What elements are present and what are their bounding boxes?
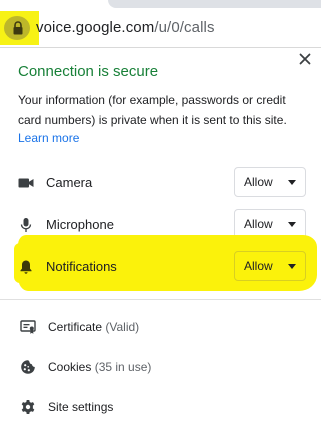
url-path: /u/0/calls [154,19,215,36]
select-value: Allow [244,259,273,273]
gear-icon [21,400,35,414]
description-line-1: Your information (for example, passwords… [18,93,286,107]
connection-description: Your information (for example, passwords… [18,90,316,130]
certificate-text: Certificate [48,320,103,334]
connection-status-title: Connection is secure [18,63,159,80]
permission-label: Notifications [46,259,117,274]
cookies-link[interactable]: Cookies (35 in use) [0,352,321,382]
microphone-icon [20,218,32,232]
bell-icon [20,260,32,274]
select-value: Allow [244,217,273,231]
certificate-label: Certificate (Valid) [48,319,139,335]
url-text[interactable]: voice.google.com/u/0/calls [36,19,215,37]
permission-row-notifications: Notifications Allow [0,246,321,288]
close-icon[interactable] [296,50,314,68]
cookie-icon [21,360,35,374]
chevron-down-icon [288,264,296,269]
section-divider [0,299,321,300]
description-line-2: card numbers) is private when it is sent… [18,113,287,127]
address-divider [0,47,321,48]
url-host: voice.google.com [36,19,155,36]
permission-row-camera: Camera Allow [0,162,321,204]
site-settings-link[interactable]: Site settings [0,392,321,422]
permission-label: Microphone [46,217,114,232]
certificate-icon [20,320,36,334]
site-settings-label: Site settings [48,400,114,414]
camera-icon [18,178,34,188]
browser-tab-strip [108,0,321,8]
address-bar[interactable]: voice.google.com/u/0/calls [0,9,321,47]
certificate-status: (Valid) [105,320,140,334]
camera-permission-select[interactable]: Allow [234,167,306,197]
chevron-down-icon [288,180,296,185]
permission-label: Camera [46,175,93,190]
select-value: Allow [244,175,273,189]
chevron-down-icon [288,222,296,227]
learn-more-link[interactable]: Learn more [18,130,79,146]
notifications-permission-select[interactable]: Allow [234,251,306,281]
site-info-popup-screen: voice.google.com/u/0/calls Connection is… [0,0,321,435]
cookies-text: Cookies [48,360,92,374]
cookies-label: Cookies (35 in use) [48,359,151,375]
cookies-count: (35 in use) [94,360,152,374]
lock-icon[interactable] [12,21,24,35]
certificate-link[interactable]: Certificate (Valid) [0,312,321,342]
